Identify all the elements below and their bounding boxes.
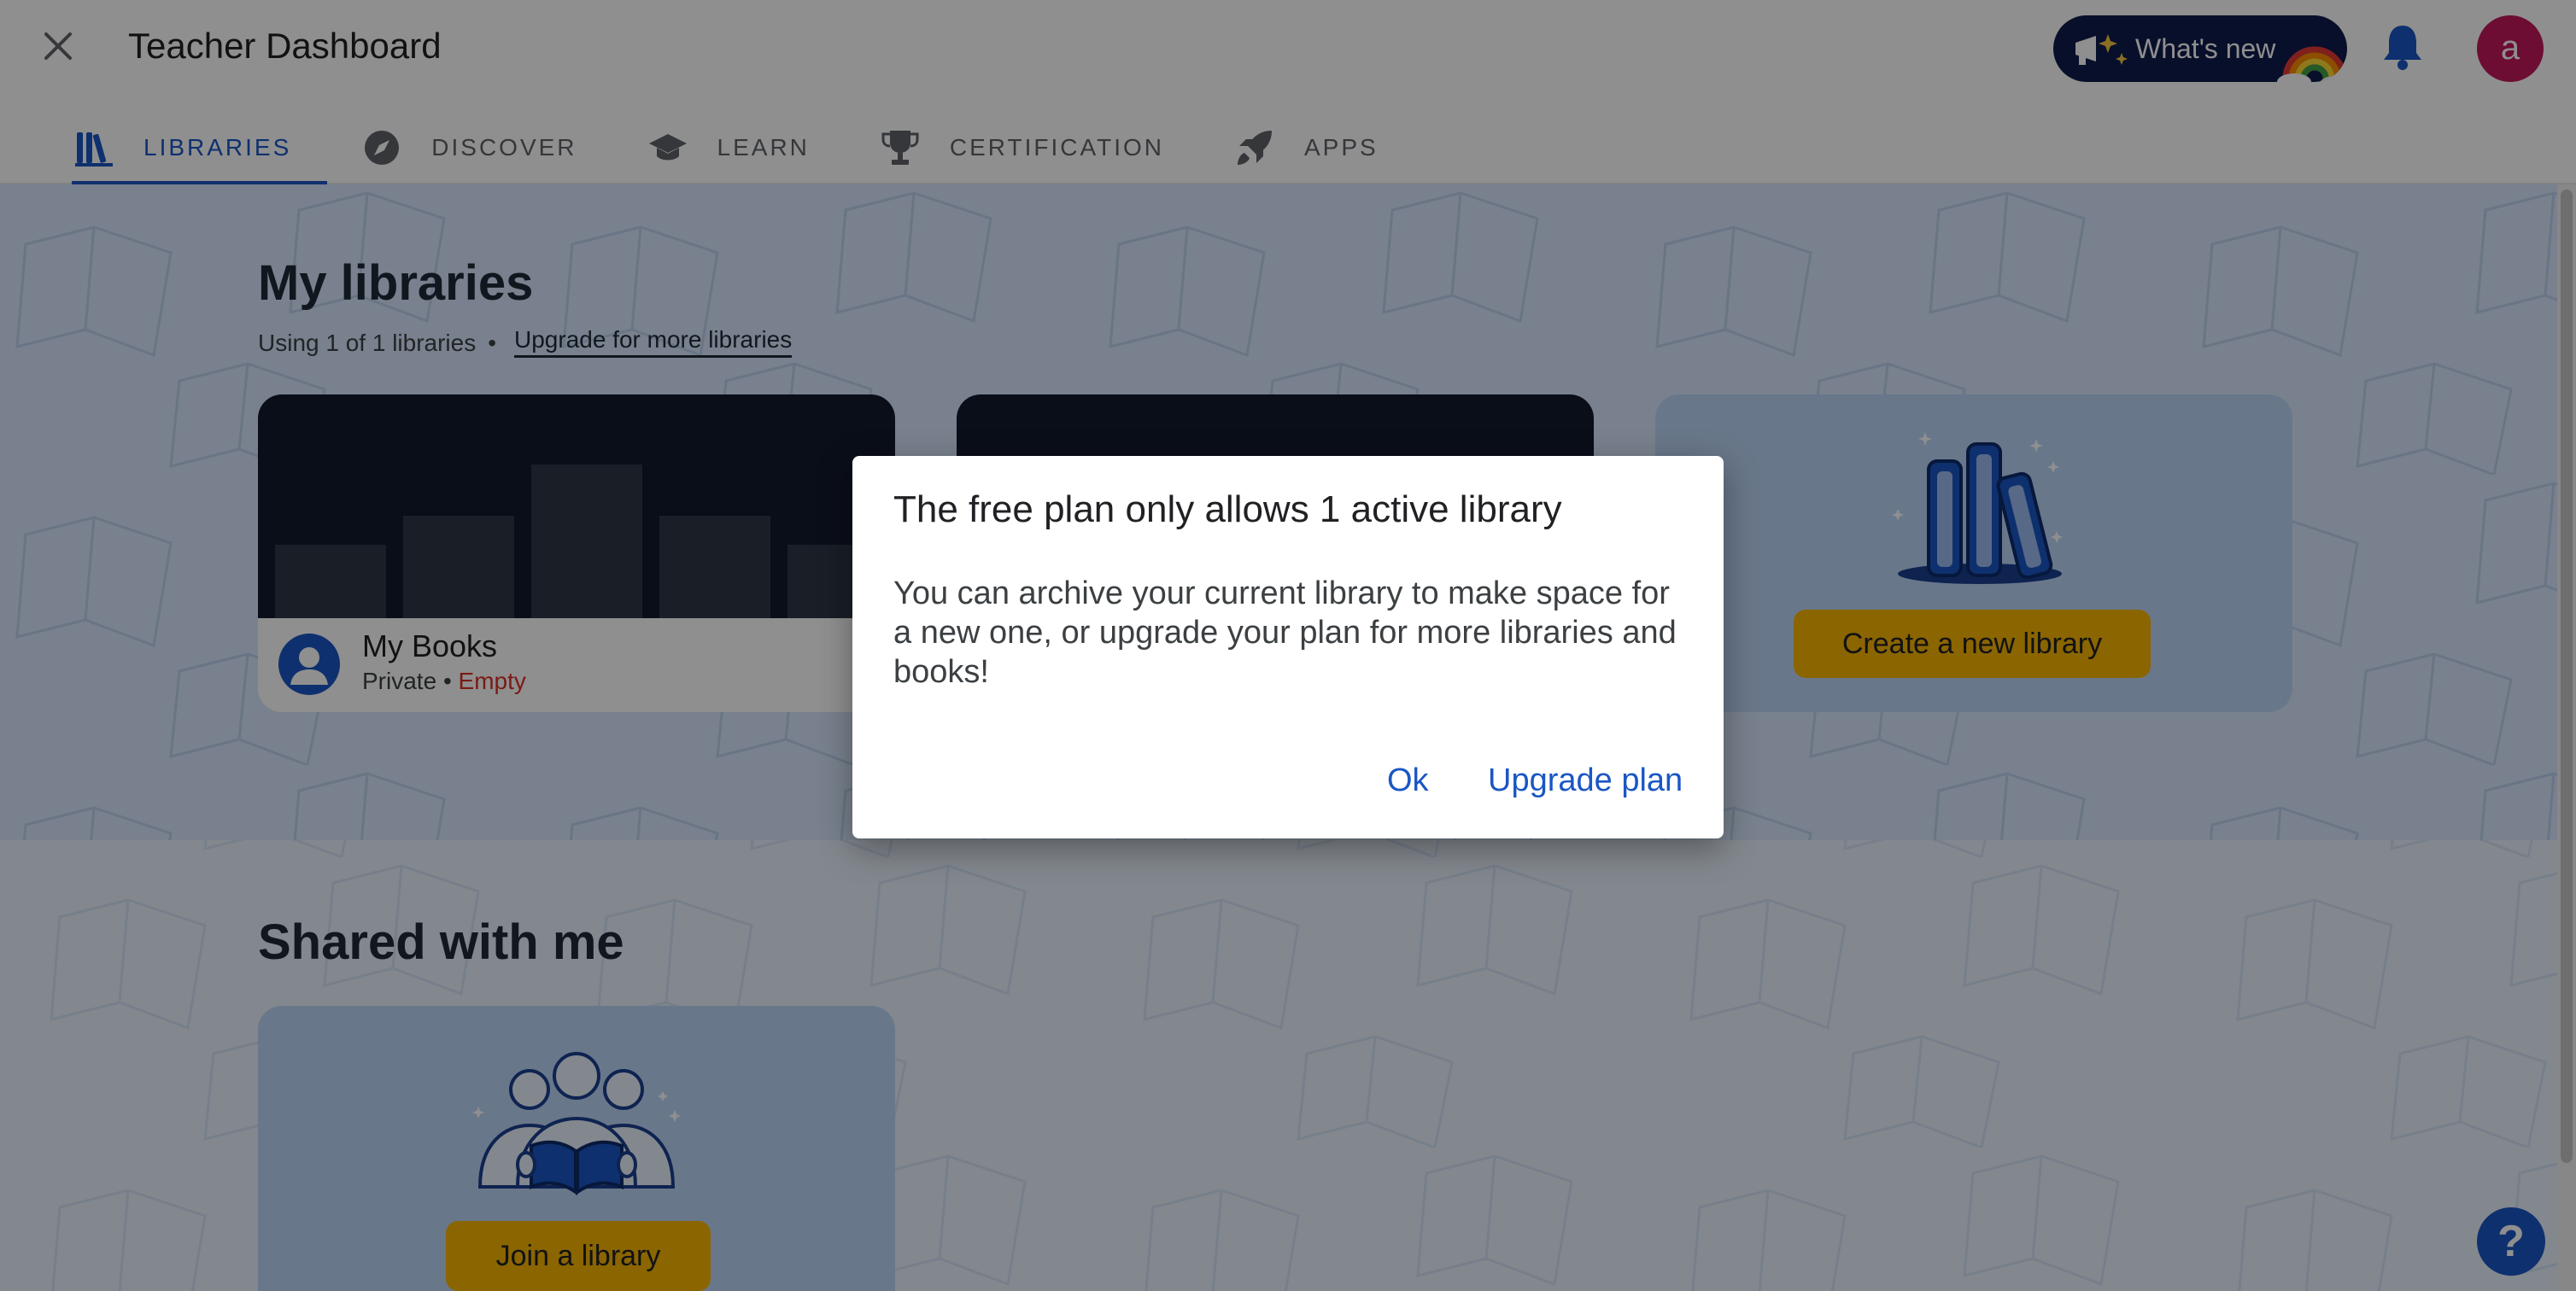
upgrade-plan-button[interactable]: Upgrade plan — [1488, 755, 1683, 806]
ok-button[interactable]: Ok — [1387, 755, 1429, 806]
plan-limit-dialog: The free plan only allows 1 active libra… — [852, 456, 1724, 838]
dialog-body: You can archive your current library to … — [893, 575, 1677, 690]
dialog-title: The free plan only allows 1 active libra… — [893, 488, 1562, 530]
